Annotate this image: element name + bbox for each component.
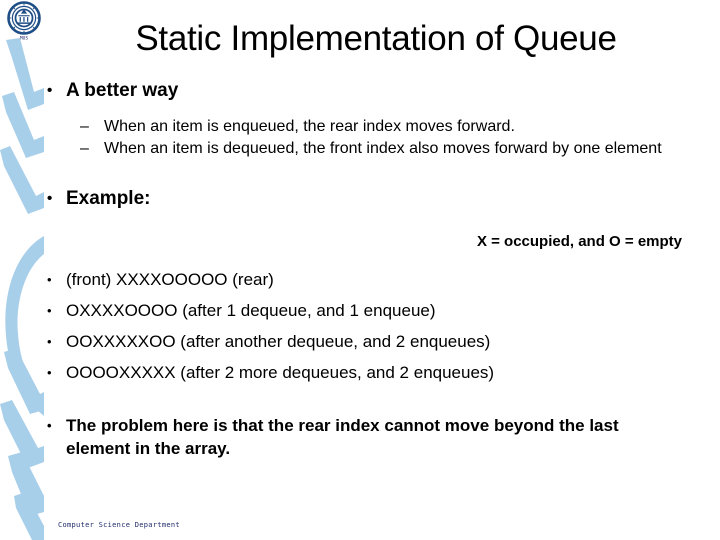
slide-title: Static Implementation of Queue: [135, 19, 617, 58]
bullet-marker-icon: •: [47, 303, 52, 318]
seal-label: MUS: [20, 35, 28, 41]
bullet-problem-note: • The problem here is that the rear inde…: [0, 414, 720, 460]
university-seal-logo: MUS: [4, 1, 44, 41]
dash-marker-icon: –: [80, 140, 89, 157]
bullet-example: • Example:: [0, 186, 720, 212]
bullet-a-better-way-label: A better way: [66, 80, 179, 101]
queue-state-1: • (front) XXXXOOOOO (rear): [0, 264, 720, 295]
queue-state-2-label: OXXXXOOOO (after 1 dequeue, and 1 enqueu…: [66, 301, 436, 320]
queue-state-4: • OOOOXXXXX (after 2 more dequeues, and …: [0, 357, 720, 388]
queue-state-2: • OXXXXOOOO (after 1 dequeue, and 1 enqu…: [0, 295, 720, 326]
legend-x-o: X = occupied, and O = empty: [476, 233, 682, 250]
sub-bullet-dequeue-label: When an item is dequeued, the front inde…: [104, 140, 662, 157]
sub-bullet-dequeue: – When an item is dequeued, the front in…: [0, 138, 720, 160]
bullet-a-better-way: • A better way: [0, 78, 720, 104]
sub-bullet-enqueue: – When an item is enqueued, the rear ind…: [0, 116, 720, 138]
footer-department: Computer Science Department: [58, 521, 180, 529]
bullet-marker-icon: •: [47, 190, 53, 207]
slide-canvas: MUS Static Implementation of Queue • A b…: [0, 0, 720, 540]
queue-state-4-label: OOOOXXXXX (after 2 more dequeues, and 2 …: [66, 363, 495, 382]
bullet-marker-icon: •: [47, 334, 52, 349]
sub-bullet-enqueue-label: When an item is enqueued, the rear index…: [104, 118, 515, 135]
queue-state-3: • OOXXXXXOO (after another dequeue, and …: [0, 326, 720, 357]
bullet-marker-icon: •: [47, 365, 52, 380]
bullet-problem-note-label: The problem here is that the rear index …: [66, 416, 619, 458]
bullet-marker-icon: •: [47, 418, 52, 433]
bullet-marker-icon: •: [47, 272, 52, 287]
queue-state-1-label: (front) XXXXOOOOO (rear): [66, 270, 274, 289]
queue-state-3-label: OOXXXXXOO (after another dequeue, and 2 …: [66, 332, 491, 351]
bullet-example-label: Example:: [66, 188, 151, 209]
slide-body: • A better way – When an item is enqueue…: [0, 78, 720, 460]
dash-marker-icon: –: [80, 118, 89, 135]
bullet-marker-icon: •: [47, 82, 53, 99]
